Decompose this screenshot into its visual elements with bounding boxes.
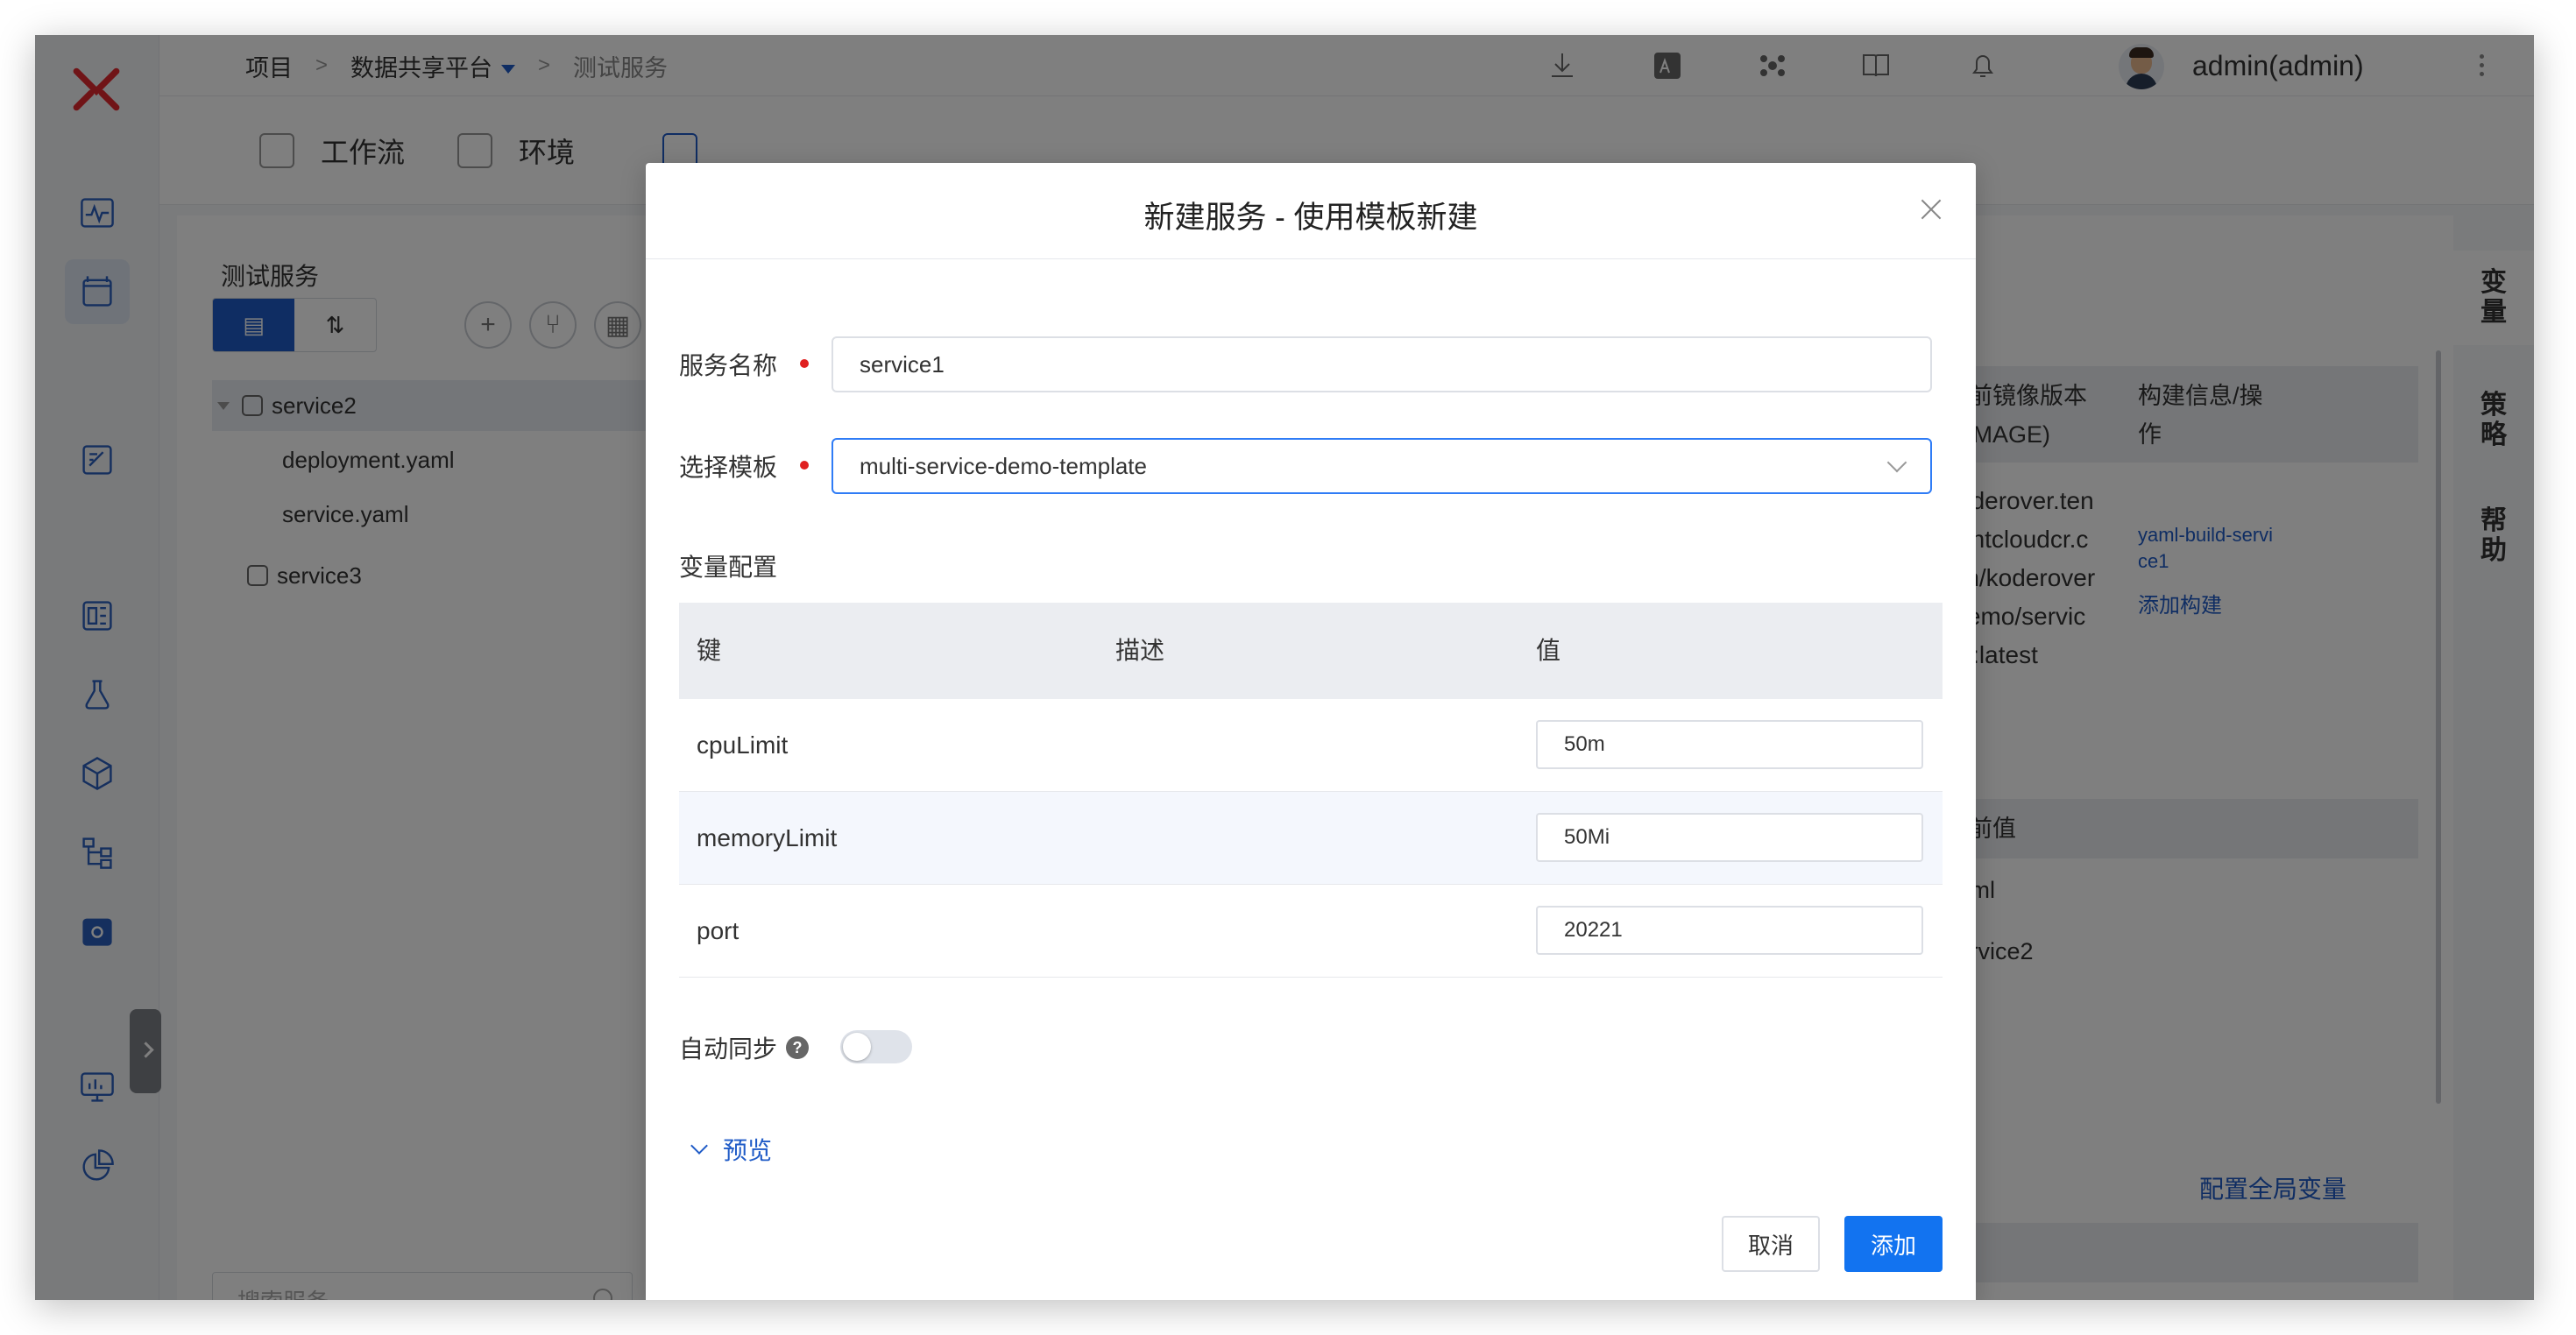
service-name-input[interactable]: service1	[832, 336, 1932, 392]
auto-sync-toggle[interactable]	[840, 1030, 912, 1063]
dialog-title: 新建服务 - 使用模板新建	[646, 163, 1976, 259]
vars-section-title: 变量配置	[679, 554, 778, 581]
template-label: 选择模板	[679, 454, 778, 481]
var-value-input[interactable]: 20221	[1536, 906, 1923, 955]
service-name-label: 服务名称	[679, 352, 778, 379]
table-row: memoryLimit 50Mi	[679, 792, 1943, 885]
col-description: 描述	[1115, 637, 1165, 664]
required-marker	[800, 461, 809, 470]
app-window: 项目 > 数据共享平台 > 测试服务 admin(admin) 工作流 环境 测…	[35, 35, 2534, 1300]
preview-expander[interactable]: 预览	[690, 1132, 773, 1167]
var-key: cpuLimit	[697, 731, 789, 759]
toggle-knob	[843, 1033, 871, 1061]
template-selected-value: multi-service-demo-template	[860, 452, 1147, 479]
chevron-down-icon	[690, 1137, 708, 1155]
help-icon[interactable]: ?	[786, 1036, 810, 1059]
var-key: port	[697, 917, 740, 944]
required-marker	[800, 359, 809, 368]
var-value-text: 20221	[1564, 918, 1623, 942]
col-key: 键	[697, 637, 722, 664]
auto-sync-label: 自动同步	[679, 1035, 778, 1063]
cancel-button[interactable]: 取消	[1722, 1216, 1820, 1272]
vars-table-header: 键 描述 值	[679, 603, 1943, 699]
col-value: 值	[1536, 637, 1561, 664]
auto-sync-label-group: 自动同步 ?	[679, 1030, 810, 1065]
chevron-down-icon	[1886, 452, 1907, 473]
add-button[interactable]: 添加	[1844, 1216, 1943, 1272]
var-value-input[interactable]: 50Mi	[1536, 813, 1923, 862]
new-service-dialog: 新建服务 - 使用模板新建 服务名称 service1 选择模板 multi-s…	[646, 163, 1976, 1300]
table-row: port 20221	[679, 885, 1943, 978]
template-select[interactable]: multi-service-demo-template	[832, 438, 1932, 494]
close-icon[interactable]	[1918, 196, 1944, 222]
var-key: memoryLimit	[697, 824, 838, 851]
var-value-input[interactable]: 50m	[1536, 720, 1923, 769]
service-name-value: service1	[860, 350, 945, 378]
var-value-text: 50Mi	[1564, 825, 1610, 849]
table-row: cpuLimit 50m	[679, 699, 1943, 792]
var-value-text: 50m	[1564, 732, 1605, 756]
preview-label: 预览	[723, 1137, 773, 1164]
